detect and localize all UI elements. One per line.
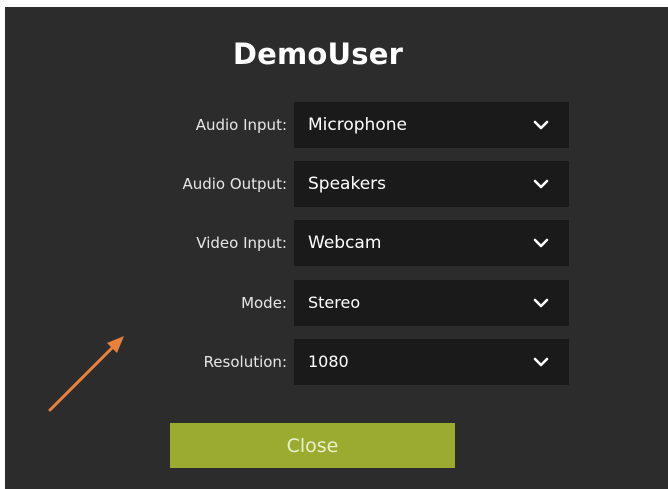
page: DemoUser Audio Input: Microphone Audio O… — [0, 0, 668, 489]
video-input-label: Video Input: — [196, 234, 287, 252]
audio-input-select[interactable]: Microphone — [294, 102, 569, 148]
audio-output-value: Speakers — [308, 174, 387, 194]
audio-input-value: Microphone — [308, 115, 407, 135]
resolution-select[interactable]: 1080 — [294, 339, 569, 385]
audio-input-row: Audio Input: Microphone — [5, 102, 668, 148]
resolution-row: Resolution: 1080 — [5, 339, 668, 385]
resolution-value: 1080 — [308, 352, 349, 371]
video-input-value: Webcam — [308, 233, 382, 253]
chevron-down-icon — [533, 120, 549, 130]
resolution-label: Resolution: — [203, 353, 287, 371]
mode-label: Mode: — [241, 294, 287, 312]
chevron-down-icon — [533, 298, 549, 308]
audio-output-row: Audio Output: Speakers — [5, 161, 668, 207]
settings-dialog: DemoUser Audio Input: Microphone Audio O… — [5, 7, 668, 489]
video-input-row: Video Input: Webcam — [5, 220, 668, 266]
mode-row: Mode: Stereo — [5, 280, 668, 326]
audio-output-label: Audio Output: — [182, 175, 287, 193]
dialog-title: DemoUser — [232, 37, 404, 71]
chevron-down-icon — [533, 357, 549, 367]
audio-input-label: Audio Input: — [195, 116, 287, 134]
mode-value: Stereo — [308, 293, 361, 312]
video-input-select[interactable]: Webcam — [294, 220, 569, 266]
close-button[interactable]: Close — [170, 423, 455, 468]
mode-select[interactable]: Stereo — [294, 280, 569, 326]
audio-output-select[interactable]: Speakers — [294, 161, 569, 207]
chevron-down-icon — [533, 179, 549, 189]
chevron-down-icon — [533, 238, 549, 248]
